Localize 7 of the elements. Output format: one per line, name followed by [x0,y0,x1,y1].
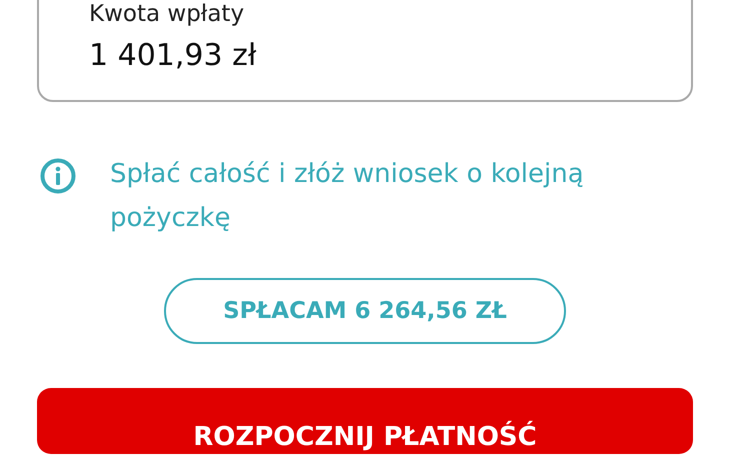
field-label: Kwota wpłaty [89,0,246,28]
info-message: Spłać całość i złóż wniosek o kolejną pożyczkę [110,158,585,235]
repay-all-button[interactable]: SPŁACAM 6 264,56 ZŁ [164,278,566,344]
amount-value: 1 401,93 zł [89,38,256,74]
info-icon [40,158,76,194]
start-payment-button[interactable]: ROZPOCZNIJ PŁATNOŚĆ [37,388,693,454]
amount-field[interactable]: Kwota wpłaty 1 401,93 zł [37,0,693,102]
